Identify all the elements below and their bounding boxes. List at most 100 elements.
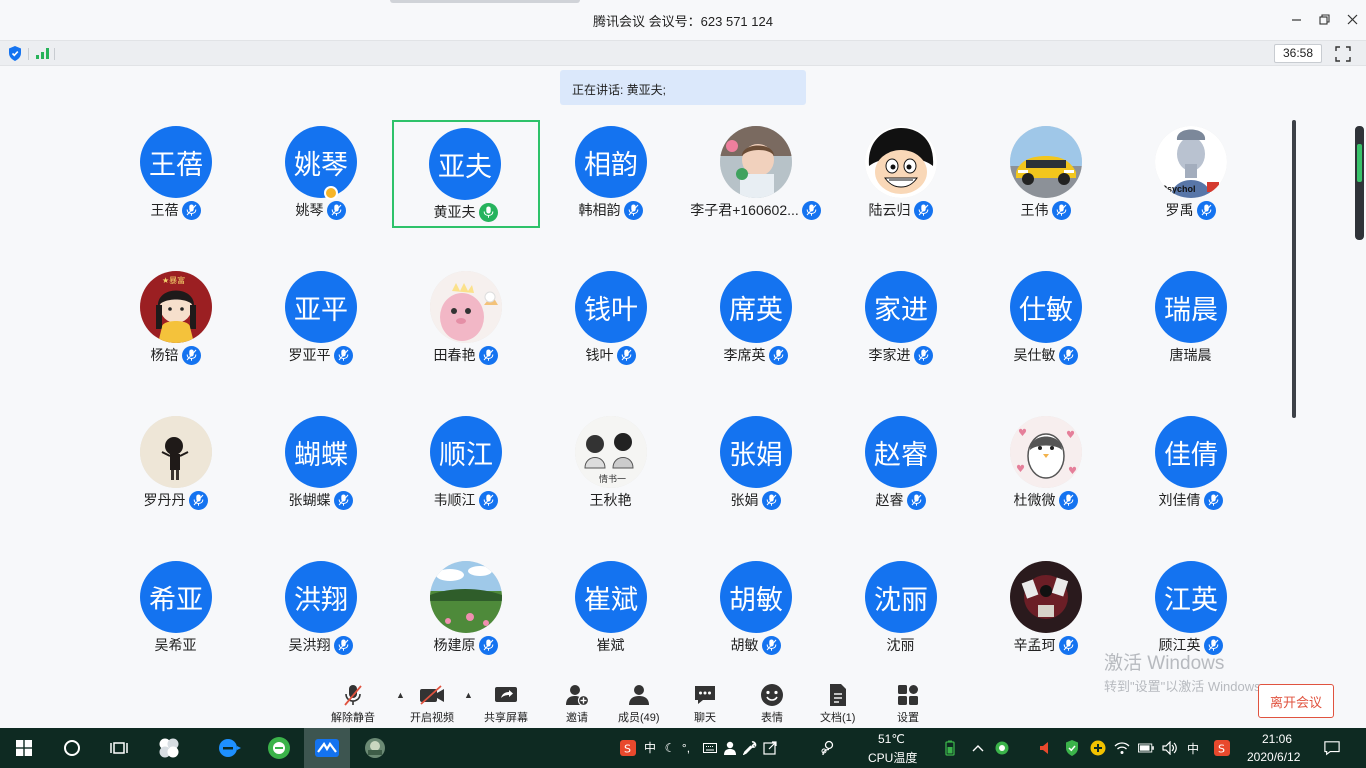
invite-button[interactable]: 邀请 bbox=[564, 682, 590, 726]
volume-icon[interactable] bbox=[1162, 740, 1178, 756]
participant-tile[interactable]: 崔斌 崔斌 bbox=[538, 553, 683, 663]
taskbar-app-browser[interactable] bbox=[254, 728, 304, 768]
taskbar-app-ie[interactable] bbox=[204, 728, 254, 768]
tray-green-app-icon[interactable] bbox=[994, 740, 1010, 756]
grid-scrollbar[interactable] bbox=[1292, 120, 1296, 418]
participant-tile[interactable]: 辛孟珂 bbox=[973, 553, 1118, 663]
ime-mode-label[interactable]: 中 bbox=[644, 739, 656, 756]
participant-tile[interactable]: 蝴蝶 张蝴蝶 bbox=[248, 408, 393, 518]
punctuation-icon[interactable]: °, bbox=[678, 740, 694, 756]
participant-tile[interactable]: 杨建原 bbox=[393, 553, 538, 663]
task-view-button[interactable] bbox=[96, 728, 144, 768]
search-button[interactable] bbox=[48, 728, 96, 768]
unmute-button[interactable]: 解除静音 bbox=[331, 682, 375, 726]
taskbar-app-image[interactable] bbox=[352, 728, 398, 768]
participant-tile[interactable]: 相韵 韩相韵 bbox=[538, 118, 683, 228]
mic-muted-icon bbox=[188, 490, 208, 510]
members-button[interactable]: 成员(49) bbox=[618, 682, 660, 726]
participant-name: 李家进 bbox=[868, 347, 911, 363]
cortana-circle-icon bbox=[64, 740, 80, 756]
user-icon[interactable] bbox=[722, 740, 738, 756]
participant-tile[interactable]: 王蓓 王蓓 bbox=[103, 118, 248, 228]
participant-avatar: 洪翔 bbox=[285, 561, 357, 633]
taskbar-app-tencent-meeting[interactable] bbox=[304, 728, 350, 768]
taskbar-app-pinwheel[interactable] bbox=[144, 728, 194, 768]
restore-button[interactable] bbox=[1310, 6, 1338, 32]
show-hidden-icons-chevron[interactable] bbox=[970, 740, 986, 756]
clock-date[interactable]: 2020/6/12 bbox=[1247, 750, 1300, 764]
audio-options-caret[interactable]: ▲ bbox=[396, 690, 405, 700]
emoji-button[interactable]: 表情 bbox=[759, 682, 785, 726]
fullscreen-icon[interactable] bbox=[1334, 45, 1352, 63]
participant-tile[interactable]: 情书一 王秋艳 bbox=[538, 408, 683, 518]
security-shield-icon[interactable] bbox=[8, 46, 22, 61]
participant-tile[interactable]: 亚夫 黄亚夫 bbox=[392, 120, 540, 228]
participant-tile[interactable]: 席英 李席英 bbox=[683, 263, 828, 373]
battery-device-icon[interactable] bbox=[942, 740, 958, 756]
participant-tile[interactable]: 顺江 韦顺江 bbox=[393, 408, 538, 518]
participant-avatar: ★暴富 bbox=[140, 271, 212, 343]
share-screen-button[interactable]: 共享屏幕 bbox=[484, 682, 528, 726]
participant-tile[interactable]: 沈丽 沈丽 bbox=[828, 553, 973, 663]
participant-tile[interactable]: 张娟 张娟 bbox=[683, 408, 828, 518]
sogou-ime-icon[interactable]: S bbox=[620, 740, 636, 756]
video-options-caret[interactable]: ▲ bbox=[464, 690, 473, 700]
participant-tile[interactable]: 佳倩 刘佳倩 bbox=[1118, 408, 1263, 518]
participant-tile[interactable]: 洪翔 吴洪翔 bbox=[248, 553, 393, 663]
security-shield-tray-icon[interactable] bbox=[1064, 740, 1080, 756]
participant-avatar: 情书一 bbox=[575, 416, 647, 488]
participant-name-row: 罗禹 bbox=[1118, 200, 1263, 220]
participant-tile[interactable]: 田春艳 bbox=[393, 263, 538, 373]
participant-tile[interactable]: 赵睿 赵睿 bbox=[828, 408, 973, 518]
participant-avatar: 亚夫 bbox=[429, 128, 501, 200]
participant-name-row: 张娟 bbox=[683, 490, 828, 510]
participant-tile[interactable]: ♥ ♥ ♥ ♥ 杜微微 bbox=[973, 408, 1118, 518]
leave-meeting-button[interactable]: 离开会议 bbox=[1258, 684, 1334, 718]
keyboard-icon[interactable] bbox=[702, 740, 718, 756]
mic-muted-icon bbox=[768, 345, 788, 365]
svg-text:S: S bbox=[624, 743, 631, 756]
participant-name: 辛孟珂 bbox=[1013, 637, 1056, 653]
participant-tile[interactable]: 姚琴 姚琴 bbox=[248, 118, 393, 228]
participant-name: 赵睿 bbox=[875, 492, 904, 508]
network-signal-icon[interactable] bbox=[36, 47, 49, 59]
settings-button[interactable]: 设置 bbox=[895, 682, 921, 726]
meeting-app: 腾讯会议 会议号：623 571 124 36:58 正在讲话: 黄亚夫; 王蓓… bbox=[0, 0, 1366, 768]
screenshot-icon[interactable] bbox=[762, 740, 778, 756]
participant-tile[interactable]: 罗丹丹 bbox=[103, 408, 248, 518]
notification-center-icon[interactable] bbox=[1324, 740, 1340, 756]
chat-button[interactable]: 聊天 bbox=[692, 682, 718, 726]
sogou-tray-icon[interactable]: S bbox=[1214, 740, 1230, 756]
mic-muted-icon bbox=[326, 200, 346, 220]
moon-icon[interactable]: ☾ bbox=[662, 740, 678, 756]
tray-plus-icon[interactable] bbox=[1090, 740, 1106, 756]
clock-time[interactable]: 21:06 bbox=[1262, 732, 1292, 746]
window-scrollbar[interactable] bbox=[1355, 126, 1364, 240]
participant-tile[interactable]: ★暴富 杨锫 bbox=[103, 263, 248, 373]
participant-tile[interactable]: 亚平 罗亚平 bbox=[248, 263, 393, 373]
start-button[interactable] bbox=[0, 728, 48, 768]
start-video-button[interactable]: 开启视频 bbox=[410, 682, 454, 726]
battery-icon[interactable] bbox=[1138, 740, 1154, 756]
participant-tile[interactable]: 李子君+160602... bbox=[683, 118, 828, 228]
participant-tile[interactable]: 家进 李家进 bbox=[828, 263, 973, 373]
participant-tile[interactable]: 胡敏 胡敏 bbox=[683, 553, 828, 663]
participant-tile[interactable]: 陆云归 bbox=[828, 118, 973, 228]
participant-tile[interactable]: 王伟 bbox=[973, 118, 1118, 228]
wrench-icon[interactable] bbox=[742, 740, 758, 756]
participant-tile[interactable]: 希亚 吴希亚 bbox=[103, 553, 248, 663]
participant-tile[interactable]: 仕敏 吴仕敏 bbox=[973, 263, 1118, 373]
participant-tile[interactable]: 江英 顾江英 bbox=[1118, 553, 1263, 663]
speaker-red-icon[interactable] bbox=[1038, 740, 1054, 756]
participant-tile[interactable]: Psychol 罗禹 bbox=[1118, 118, 1263, 228]
documents-button[interactable]: 文档(1) bbox=[820, 682, 855, 726]
participant-tile[interactable]: 瑞晨 唐瑞晨 bbox=[1118, 263, 1263, 373]
people-search-icon[interactable] bbox=[820, 740, 836, 756]
participant-tile[interactable]: 钱叶 钱叶 bbox=[538, 263, 683, 373]
mic-muted-icon bbox=[1196, 200, 1216, 220]
restore-icon bbox=[1318, 13, 1330, 25]
language-indicator[interactable]: 中 bbox=[1187, 740, 1199, 757]
minimize-button[interactable] bbox=[1282, 6, 1310, 32]
close-button[interactable] bbox=[1338, 6, 1366, 32]
wifi-icon[interactable] bbox=[1114, 740, 1130, 756]
